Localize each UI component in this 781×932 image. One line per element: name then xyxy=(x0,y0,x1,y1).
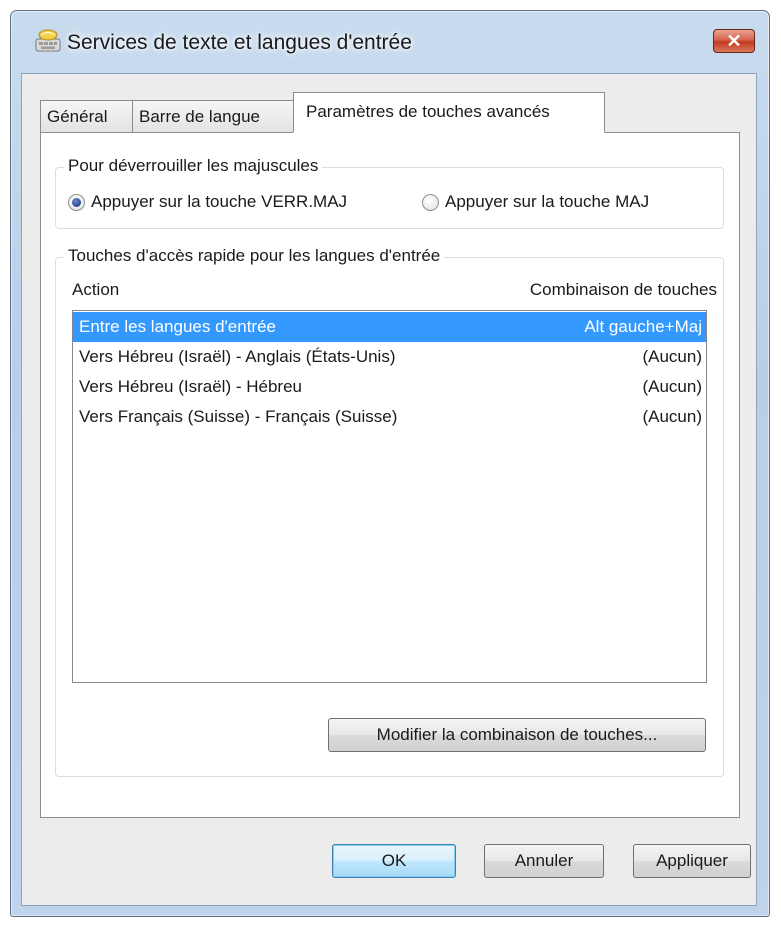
list-item-combination: (Aucun) xyxy=(642,347,702,366)
keyboard-language-icon xyxy=(35,29,61,52)
column-header-action: Action xyxy=(72,280,120,299)
list-item-action: Vers Hébreu (Israël) - Hébreu xyxy=(79,377,302,396)
list-column-headers: Action Combinaison de touches xyxy=(72,280,717,304)
radio-maj[interactable]: Appuyer sur la touche MAJ xyxy=(422,192,649,212)
dialog-client-area: Général Barre de langue Paramètres de to… xyxy=(21,73,757,906)
list-item[interactable]: Vers Français (Suisse) - Français (Suiss… xyxy=(73,402,706,432)
capslock-groupbox: Pour déverrouiller les majuscules Appuye… xyxy=(55,156,724,229)
radio-button[interactable] xyxy=(422,193,439,211)
hotkeys-groupbox: Touches d'accès rapide pour les langues … xyxy=(55,246,724,777)
radio-label: Appuyer sur la touche MAJ xyxy=(445,192,650,211)
window-title: Services de texte et langues d'entrée xyxy=(67,31,412,54)
tab-label: Paramètres de touches avancés xyxy=(306,102,550,121)
button-label: Annuler xyxy=(514,851,574,870)
radio-label: Appuyer sur la touche VERR.MAJ xyxy=(91,192,348,211)
list-item-combination: (Aucun) xyxy=(642,407,702,426)
tab-panel: Pour déverrouiller les majuscules Appuye… xyxy=(40,132,740,818)
list-item[interactable]: Vers Hébreu (Israël) - Anglais (États-Un… xyxy=(73,342,706,372)
button-label: Appliquer xyxy=(656,851,728,870)
radio-verr-maj[interactable]: Appuyer sur la touche VERR.MAJ xyxy=(68,192,347,212)
tab-advanced-key-settings[interactable]: Paramètres de touches avancés xyxy=(293,92,605,133)
radio-button-checked[interactable] xyxy=(68,193,85,211)
cancel-button[interactable]: Annuler xyxy=(484,844,604,878)
list-item[interactable]: Vers Hébreu (Israël) - Hébreu (Aucun) xyxy=(73,372,706,402)
apply-button[interactable]: Appliquer xyxy=(633,844,751,878)
list-item-combination: (Aucun) xyxy=(642,377,702,396)
hotkeys-group-legend: Touches d'accès rapide pour les langues … xyxy=(64,246,445,266)
tab-label: Barre de langue xyxy=(139,107,260,126)
ok-button[interactable]: OK xyxy=(332,844,456,878)
title-bar[interactable]: Services de texte et langues d'entrée ✕ xyxy=(11,11,769,71)
capslock-group-legend: Pour déverrouiller les majuscules xyxy=(64,156,323,176)
button-label: OK xyxy=(381,851,407,870)
list-item-combination: Alt gauche+Maj xyxy=(584,317,702,336)
column-header-combination: Combinaison de touches xyxy=(529,280,717,299)
change-key-sequence-button[interactable]: Modifier la combinaison de touches... xyxy=(328,718,706,752)
tab-general[interactable]: Général xyxy=(40,100,133,132)
close-button[interactable]: ✕ xyxy=(713,29,755,53)
button-label: Modifier la combinaison de touches... xyxy=(376,725,658,744)
tab-label: Général xyxy=(47,107,108,126)
dialog-window: Services de texte et langues d'entrée ✕ … xyxy=(10,10,770,917)
list-item-action: Entre les langues d'entrée xyxy=(79,317,276,336)
hotkeys-list[interactable]: Entre les langues d'entrée Alt gauche+Ma… xyxy=(72,310,707,683)
tab-language-bar[interactable]: Barre de langue xyxy=(132,100,294,132)
list-item[interactable]: Entre les langues d'entrée Alt gauche+Ma… xyxy=(73,312,706,342)
list-item-action: Vers Hébreu (Israël) - Anglais (États-Un… xyxy=(79,347,396,366)
list-item-action: Vers Français (Suisse) - Français (Suiss… xyxy=(79,407,398,426)
close-icon: ✕ xyxy=(726,31,742,51)
